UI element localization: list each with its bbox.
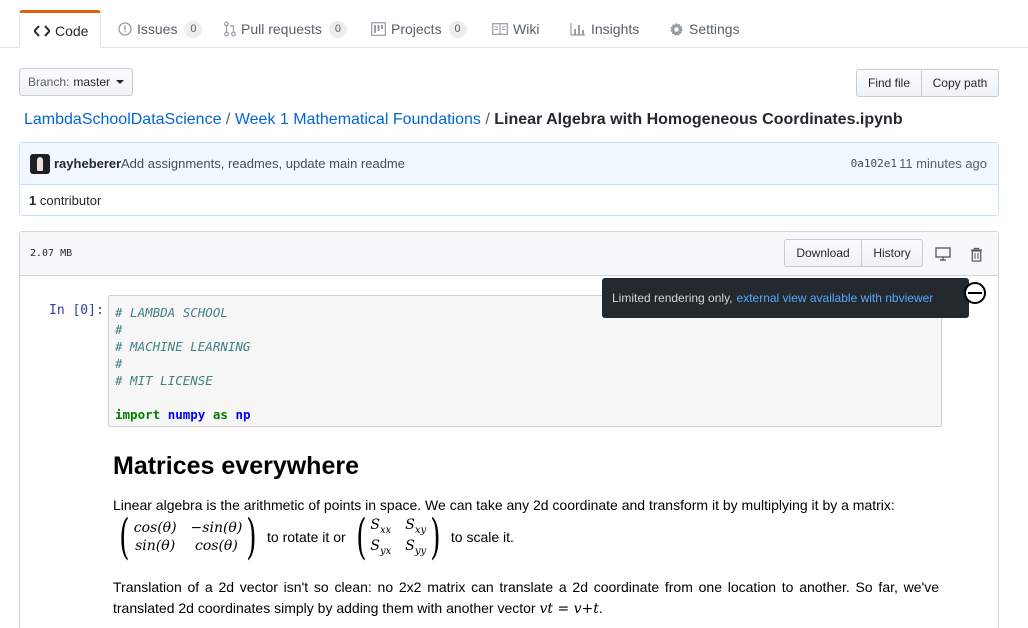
file-header: 2.07 MB Download History: [20, 232, 998, 276]
breadcrumb-separator: /: [225, 111, 231, 128]
left-paren: (: [119, 509, 130, 565]
commit-info-box: rayheberer Add assignments, readmes, upd…: [19, 142, 999, 216]
code-token: import: [115, 407, 161, 422]
tab-pull-requests[interactable]: Pull requests 0: [210, 10, 361, 48]
copy-path-button[interactable]: Copy path: [921, 69, 999, 97]
commit-author-link[interactable]: rayheberer: [54, 156, 121, 171]
commit-message-link[interactable]: Add assignments, readmes, update main re…: [121, 156, 405, 171]
breadcrumb-separator: /: [485, 111, 490, 128]
code-token: #: [115, 356, 123, 371]
matrix-cell: Sxy: [405, 517, 427, 536]
code-token: # MACHINE LEARNING: [115, 339, 251, 354]
contributors-summary[interactable]: 1 contributor: [29, 193, 101, 208]
graph-icon: [570, 22, 586, 36]
code-line: # MIT LICENSE: [115, 372, 935, 389]
breadcrumb-repo-link[interactable]: LambdaSchoolDataScience: [24, 111, 221, 128]
desktop-icon[interactable]: [934, 245, 952, 263]
tab-wiki[interactable]: Wiki: [478, 10, 553, 48]
nbviewer-tooltip: Limited rendering only, external view av…: [602, 278, 969, 318]
tab-label: Pull requests: [241, 21, 322, 37]
tab-insights[interactable]: Insights: [556, 10, 653, 48]
branch-select-button[interactable]: Branch: master: [19, 68, 133, 96]
projects-counter: 0: [448, 20, 467, 38]
right-paren: ): [430, 509, 441, 565]
breadcrumb-folder-link[interactable]: Week 1 Mathematical Foundations: [235, 111, 481, 128]
code-token: #: [115, 322, 123, 337]
rotation-matrix: ( cos(θ) −sin(θ) sin(θ) cos(θ) ): [115, 509, 261, 565]
book-icon: [492, 23, 508, 35]
matrix-cell: Syy: [405, 538, 427, 557]
scale-matrix: ( Sxx Sxy Syx Syy ): [352, 509, 445, 565]
matrix-cell: Sxx: [370, 517, 392, 536]
code-line: #: [115, 321, 935, 338]
inline-math: vt = v+t: [539, 601, 599, 617]
matrix-equation-row: ( cos(θ) −sin(θ) sin(θ) cos(θ) ) to rota…: [113, 509, 514, 565]
tab-label: Projects: [391, 21, 442, 37]
rotate-text: to rotate it or: [267, 529, 346, 545]
paragraph-end: .: [598, 600, 603, 616]
project-icon: [371, 22, 386, 36]
file-size: 2.07 MB: [30, 248, 73, 259]
notebook-paragraph: Linear algebra is the arithmetic of poin…: [113, 497, 895, 513]
pull-requests-counter: 0: [328, 20, 347, 38]
tab-label: Code: [55, 22, 89, 39]
right-paren: ): [246, 509, 257, 565]
matrix-cell: sin(θ): [135, 538, 176, 554]
scale-text: to scale it.: [450, 529, 514, 545]
issues-counter: 0: [184, 20, 203, 38]
history-button[interactable]: History: [861, 239, 923, 267]
contributors-label: contributor: [39, 193, 102, 208]
commit-time: 11 minutes ago: [899, 156, 987, 171]
trash-icon[interactable]: [967, 245, 985, 263]
issue-icon: [118, 22, 132, 36]
breadcrumb: LambdaSchoolDataScience / Week 1 Mathema…: [24, 109, 903, 131]
matrix-cell: cos(θ): [195, 538, 238, 554]
code-token: np: [235, 407, 251, 422]
code-icon: [34, 24, 50, 37]
commit-sha-link[interactable]: 0a102e1: [851, 157, 897, 170]
code-line: # MACHINE LEARNING: [115, 338, 935, 355]
code-line: import numpy as np: [115, 406, 935, 423]
paragraph-text: Translation of a 2d vector isn't so clea…: [113, 579, 939, 616]
find-file-button[interactable]: Find file: [856, 69, 922, 97]
code-token: # MIT LICENSE: [115, 373, 213, 388]
tab-settings[interactable]: Settings: [655, 10, 754, 48]
branch-label: Branch:: [27, 75, 70, 89]
breadcrumb-file-name: Linear Algebra with Homogeneous Coordina…: [494, 111, 903, 128]
tab-label: Insights: [591, 21, 640, 37]
code-token: as: [212, 407, 228, 422]
repo-nav: Code Issues 0 Pull requests 0 Projects 0…: [0, 0, 1028, 49]
tab-label: Issues: [137, 21, 178, 37]
matrix-cell: cos(θ): [133, 520, 177, 536]
download-button[interactable]: Download: [784, 239, 862, 267]
code-line: #: [115, 355, 935, 372]
tab-label: Wiki: [513, 21, 540, 37]
matrix-cell: Syx: [370, 538, 392, 557]
code-token: # LAMBDA SCHOOL: [115, 305, 228, 320]
contributors-count: 1: [29, 193, 37, 208]
left-paren: (: [355, 509, 367, 565]
notebook-heading: Matrices everywhere: [113, 452, 359, 480]
tooltip-text: Limited rendering only,: [612, 291, 733, 305]
avatar[interactable]: [30, 154, 50, 174]
gear-icon: [669, 22, 684, 37]
matrix-cell: −sin(θ): [190, 520, 243, 536]
tab-projects[interactable]: Projects 0: [357, 10, 481, 48]
code-token: numpy: [167, 407, 206, 422]
branch-name: master: [73, 75, 111, 89]
tab-issues[interactable]: Issues 0: [104, 10, 216, 48]
pull-request-icon: [224, 21, 236, 37]
nbviewer-link[interactable]: external view available with nbviewer: [737, 291, 934, 305]
commit-tease: rayheberer Add assignments, readmes, upd…: [20, 143, 998, 185]
cell-prompt: In [0]:: [49, 303, 104, 318]
tab-label: Settings: [689, 21, 740, 37]
notebook-paragraph: Translation of a 2d vector isn't so clea…: [113, 577, 939, 620]
tab-code[interactable]: Code: [19, 10, 101, 49]
not-allowed-cursor-icon: [964, 282, 986, 304]
caret-down-icon: [116, 80, 125, 84]
